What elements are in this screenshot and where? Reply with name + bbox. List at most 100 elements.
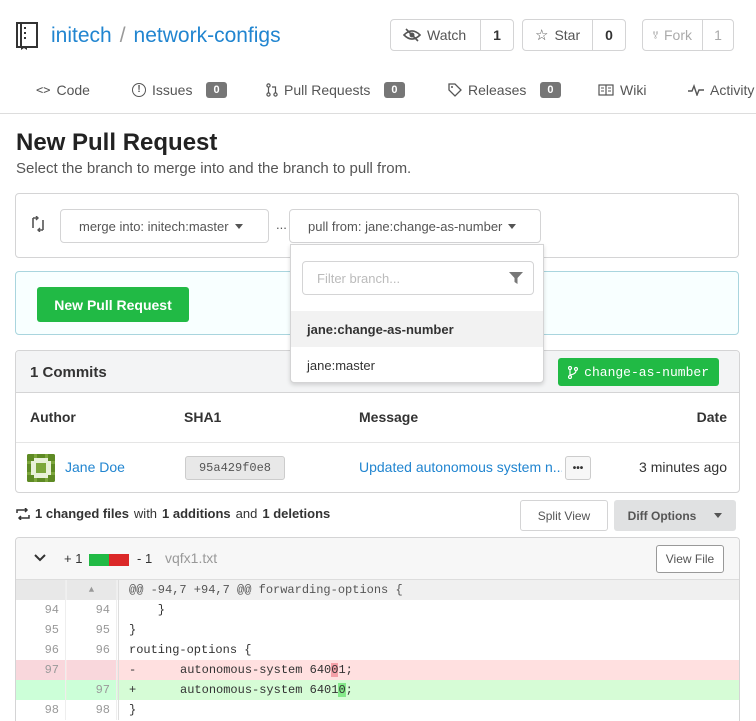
pull-from-dropdown[interactable]: pull from: jane:change-as-number [289, 209, 541, 243]
expand-up-icon[interactable]: ▲ [67, 580, 117, 600]
diff-options-button[interactable]: Diff Options [614, 500, 736, 531]
eye-slash-icon [403, 28, 421, 42]
summary-with: with [133, 506, 158, 521]
merge-into-label: merge into: initech:master [79, 218, 229, 234]
changed-files-count: 1 changed files [35, 506, 129, 521]
avatar[interactable] [27, 454, 55, 482]
wiki-book-icon [598, 84, 614, 96]
new-line-number: 98 [67, 700, 117, 720]
view-file-button[interactable]: View File [656, 545, 724, 573]
star-count[interactable]: 0 [593, 20, 625, 50]
file-diff: + 1 - 1 vqfx1.txt View File ▲ @@ -94,7 +… [15, 537, 740, 721]
old-line-number: 94 [16, 600, 66, 620]
additions-count: 1 additions [162, 506, 231, 521]
code-prefix: autonomous-system 6401 [151, 683, 339, 697]
releases-count-badge: 0 [540, 82, 561, 98]
commits-title: 1 Commits [30, 364, 107, 381]
issues-count-badge: 0 [206, 82, 227, 98]
col-sha: SHA1 [184, 409, 222, 425]
author-link[interactable]: Jane Doe [65, 459, 125, 475]
tab-issues[interactable]: ! Issues 0 [132, 82, 227, 98]
fork-count[interactable]: 1 [703, 20, 733, 50]
commit-sha-button[interactable]: 95a429f0e8 [185, 456, 285, 480]
menu-item-branch[interactable]: jane:change-as-number [291, 311, 543, 347]
diff-sign: + [129, 683, 137, 697]
caret-down-icon [234, 223, 243, 229]
issue-icon: ! [132, 83, 146, 97]
star-icon: ☆ [535, 27, 549, 44]
watch-label: Watch [427, 27, 467, 43]
caret-down-icon [714, 513, 723, 518]
code-line: + autonomous-system 64010; [118, 680, 739, 700]
new-pull-request-button[interactable]: New Pull Request [37, 287, 189, 322]
diff-options-label: Diff Options [627, 508, 697, 523]
diff-hunk-row: ▲ @@ -94,7 +94,7 @@ forwarding-options { [16, 580, 739, 600]
deletions-count: 1 deletions [262, 506, 331, 521]
diff-sign: - [129, 663, 137, 677]
star-label: Star [554, 27, 581, 43]
diff-line-deleted: 97 - autonomous-system 64001; [16, 660, 739, 680]
tab-releases[interactable]: Releases 0 [448, 82, 561, 98]
compare-icon [32, 216, 44, 232]
tab-releases-label: Releases [468, 82, 527, 98]
chevron-down-icon[interactable] [34, 554, 46, 562]
file-name: vqfx1.txt [165, 550, 218, 566]
commit-message-link[interactable]: Updated autonomous system n... [359, 459, 562, 475]
diff-line: 98 98 } [16, 700, 739, 720]
code-line: routing-options { [118, 640, 739, 660]
star-button[interactable]: ☆ Star [523, 20, 593, 50]
pulse-icon [688, 84, 704, 96]
col-date: Date [696, 409, 727, 425]
tab-pull-requests[interactable]: Pull Requests 0 [266, 82, 405, 98]
tab-wiki-label: Wiki [620, 82, 647, 98]
filter-branch-placeholder: Filter branch... [317, 270, 401, 286]
filter-icon [509, 272, 523, 284]
summary-and: and [235, 506, 258, 521]
merge-into-dropdown[interactable]: merge into: initech:master [60, 209, 269, 243]
diff-line: 94 94 } [16, 600, 739, 620]
filter-branch-input[interactable]: Filter branch... [302, 261, 534, 295]
tab-code-label: Code [56, 82, 90, 98]
tab-wiki[interactable]: Wiki [598, 82, 646, 98]
file-diff-header: + 1 - 1 vqfx1.txt View File [16, 538, 739, 580]
code-prefix: autonomous-system 640 [151, 663, 332, 677]
line-number [16, 580, 66, 600]
repo-owner-link[interactable]: initech [51, 24, 112, 47]
tab-activity-label: Activity [710, 82, 755, 98]
new-line-number [67, 660, 117, 680]
repo-name-link[interactable]: network-configs [134, 24, 281, 47]
diff-stat-bar [89, 554, 129, 566]
code-line: } [118, 620, 739, 640]
pull-request-icon [266, 83, 278, 97]
diff-line-added: 97 + autonomous-system 64010; [16, 680, 739, 700]
fork-icon [653, 31, 658, 39]
split-view-button[interactable]: Split View [520, 500, 608, 531]
repo-header: initech / network-configs Watch 1 ☆ Star 0 [0, 0, 756, 114]
page-subtitle: Select the branch to merge into and the … [16, 160, 412, 177]
tab-pull-requests-label: Pull Requests [284, 82, 371, 98]
file-deletions: - 1 [137, 551, 153, 566]
code-suffix: 1; [338, 663, 353, 677]
tab-activity[interactable]: Activity [688, 82, 754, 98]
branch-label[interactable]: change-as-number [558, 358, 719, 386]
branch-icon [568, 365, 579, 379]
watch-button[interactable]: Watch [391, 20, 481, 50]
col-message: Message [359, 409, 419, 425]
tag-icon [448, 83, 462, 97]
old-line-number: 95 [16, 620, 66, 640]
expand-message-button[interactable]: ••• [565, 456, 591, 480]
tab-code[interactable]: <> Code [36, 82, 90, 98]
caret-down-icon [508, 223, 517, 229]
menu-item-branch[interactable]: jane:master [291, 347, 543, 383]
fork-button[interactable]: Fork [643, 20, 703, 50]
fork-label: Fork [664, 27, 692, 43]
file-additions: + 1 [64, 551, 83, 566]
new-line-number: 96 [67, 640, 117, 660]
identicon-icon [27, 454, 55, 482]
watch-count[interactable]: 1 [481, 20, 513, 50]
hunk-header: @@ -94,7 +94,7 @@ forwarding-options { [118, 580, 739, 600]
commits-columns: Author SHA1 Message Date [16, 393, 739, 443]
code-icon: <> [36, 83, 51, 97]
diff-line: 95 95 } [16, 620, 739, 640]
code-line: - autonomous-system 64001; [118, 660, 739, 680]
